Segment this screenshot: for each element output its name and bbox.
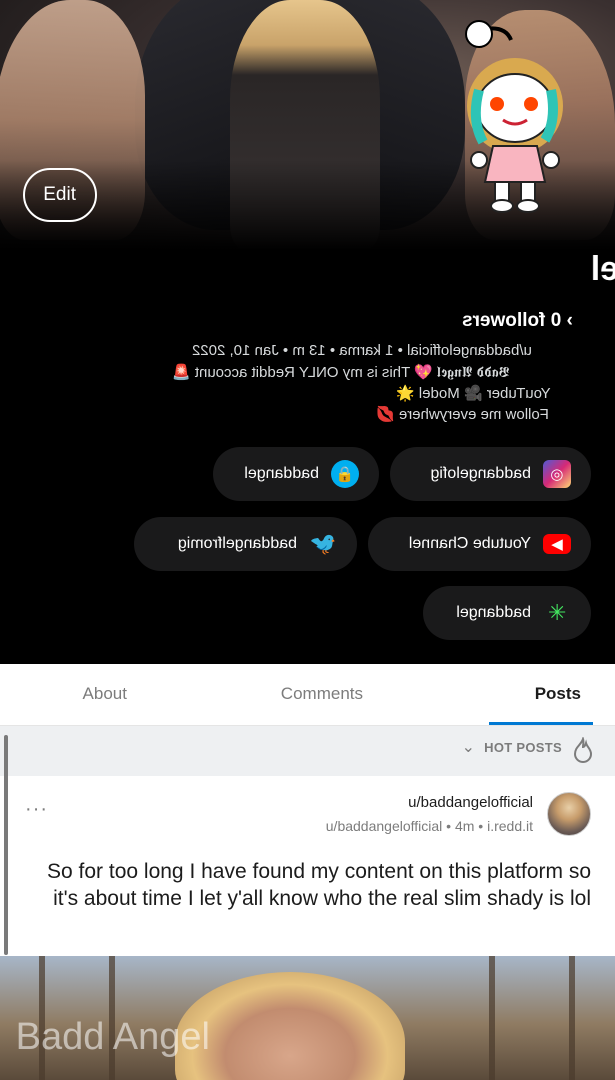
linktree-icon: ✳ <box>547 600 567 625</box>
post-author-name[interactable]: u/baddangelofficial <box>408 794 533 811</box>
tab-about[interactable]: About <box>83 684 127 704</box>
social-link-onlyfans[interactable]: 🔒 baddangel <box>213 447 379 501</box>
followers-count: 0 followers <box>462 310 562 331</box>
tab-about-label: About <box>82 684 127 703</box>
tree-trunk <box>569 956 575 1080</box>
chevron-down-icon: ⌄ <box>461 739 475 756</box>
post-meta-text: u/baddangelofficial • 4m • i.redd.it <box>325 818 533 834</box>
followers-row[interactable]: › 0 followers <box>462 310 573 332</box>
sort-label: HOT POSTS <box>484 740 562 755</box>
sort-label-text: HOT POSTS <box>484 740 562 755</box>
snoo-avatar <box>465 20 563 213</box>
social-link-linktree[interactable]: ✳ baddangel <box>423 586 591 640</box>
edit-profile-button[interactable]: Edit <box>23 168 97 222</box>
post-image[interactable]: Badd Angel <box>0 956 615 1080</box>
active-tab-indicator <box>489 722 593 725</box>
post-title-text: So for too long I have found my content … <box>47 860 591 910</box>
post-author-name-text: u/baddangelofficial <box>408 794 533 811</box>
flame-icon <box>573 737 593 763</box>
sort-bar[interactable]: HOT POSTS ⌄ <box>0 726 615 776</box>
more-options-button[interactable]: ··· <box>24 798 47 821</box>
scroll-indicator <box>4 735 8 955</box>
post-author-avatar[interactable] <box>547 792 591 836</box>
followers-chevron: › <box>566 310 573 331</box>
image-watermark-text: Badd Angel <box>15 1016 210 1058</box>
instagram-icon: ◎ <box>543 460 571 488</box>
profile-tabs: Posts Comments About <box>0 664 615 726</box>
social-link-label: baddangelofig <box>430 465 531 482</box>
post-card[interactable]: u/baddangelofficial u/baddangelofficial … <box>0 776 615 1080</box>
social-link-label: baddangel <box>244 465 319 482</box>
profile-name: Badd Angel <box>591 250 615 288</box>
twitter-icon: 🐦 <box>309 531 337 556</box>
onlyfans-lock-icon: 🔒 <box>331 460 359 488</box>
tab-posts[interactable]: Posts <box>535 684 581 704</box>
more-options-icon: ··· <box>24 798 47 820</box>
social-link-instagram[interactable]: ◎ baddangelofig <box>390 447 591 501</box>
social-link-label: baddangel <box>456 604 531 621</box>
social-link-label: Youtube Channel <box>408 535 531 552</box>
social-link-label: baddangelfromig <box>177 535 297 552</box>
profile-banner-image: Edit <box>0 0 615 250</box>
social-link-twitter[interactable]: 🐦 baddangelfromig <box>134 517 357 571</box>
tab-comments[interactable]: Comments <box>281 684 363 704</box>
tree-trunk <box>489 956 495 1080</box>
image-watermark: Badd Angel <box>16 1016 210 1059</box>
edit-button-label: Edit <box>43 184 77 205</box>
tab-posts-label: Posts <box>534 684 581 703</box>
post-meta: u/baddangelofficial • 4m • i.redd.it <box>326 818 533 834</box>
tab-comments-label: Comments <box>280 684 363 703</box>
youtube-icon: ▶ <box>543 534 571 554</box>
post-title[interactable]: So for too long I have found my content … <box>21 858 591 912</box>
social-link-youtube[interactable]: ▶ Youtube Channel <box>368 517 591 571</box>
